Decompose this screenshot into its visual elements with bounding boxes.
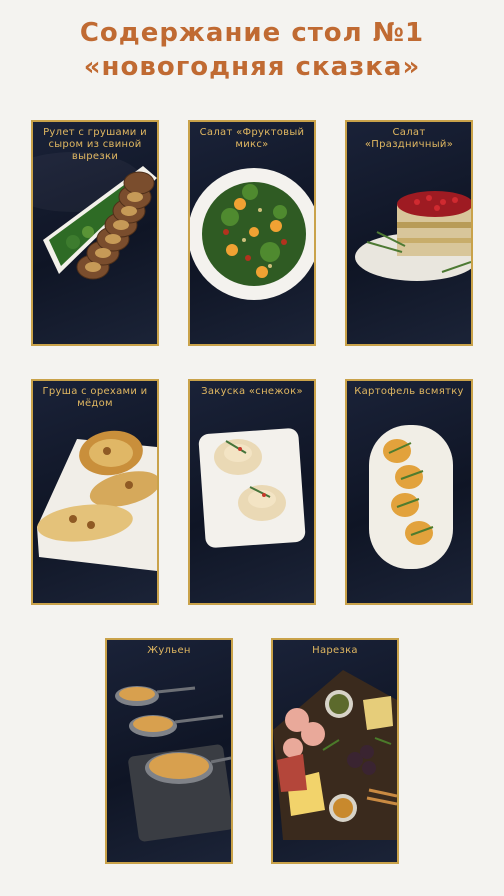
dish-caption: Нарезка bbox=[312, 645, 358, 656]
cold-cuts-photo bbox=[273, 670, 397, 840]
dish-caption: Закуска «снежок» bbox=[201, 386, 303, 397]
dish-caption: Салат «Фруктовый микс» bbox=[199, 127, 305, 150]
dish-caption: Жульен bbox=[147, 645, 191, 656]
dish-card-fruit-salad[interactable]: Салат «Фруктовый микс» bbox=[188, 120, 316, 346]
dish-card-cold-cuts[interactable]: Нарезка bbox=[271, 638, 399, 864]
dish-card-julienne[interactable]: Жульен bbox=[105, 638, 233, 864]
fruit-salad-photo bbox=[190, 168, 314, 300]
dish-card-potatoes[interactable]: Картофель всмятку bbox=[345, 379, 473, 605]
festive-salad-photo bbox=[355, 191, 471, 281]
potatoes-photo bbox=[369, 425, 453, 569]
pear-photo bbox=[37, 430, 157, 571]
snowball-photo bbox=[198, 428, 306, 548]
dish-caption: Салат «Праздничный» bbox=[364, 127, 454, 150]
title-line-1: Содержание стол №1 bbox=[79, 18, 425, 48]
dish-caption: Рулет с грушами и сыром из свиной вырезк… bbox=[43, 127, 147, 162]
dish-card-festive-salad[interactable]: Салат «Праздничный» bbox=[345, 120, 473, 346]
dish-card-snowball[interactable]: Закуска «снежок» bbox=[188, 379, 316, 605]
dish-caption: Груша с орехами и мёдом bbox=[42, 386, 148, 409]
dish-caption: Картофель всмятку bbox=[354, 386, 464, 397]
julienne-photo bbox=[115, 686, 231, 842]
title-line-2: «новогодняя сказка» bbox=[83, 52, 421, 82]
dish-card-roll[interactable]: Рулет с грушами и сыром из свиной вырезк… bbox=[31, 120, 159, 346]
dish-card-pear[interactable]: Груша с орехами и мёдом bbox=[31, 379, 159, 605]
page-title: Содержание стол №1 «новогодняя сказка» bbox=[0, 16, 504, 84]
